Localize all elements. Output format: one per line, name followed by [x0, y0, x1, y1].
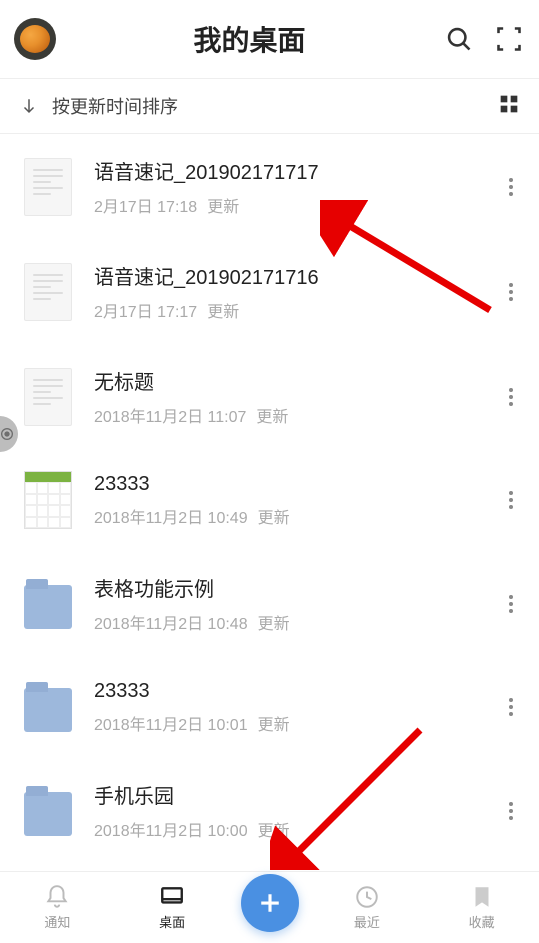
file-suffix: 更新	[258, 711, 290, 735]
page-title: 我的桌面	[56, 19, 443, 59]
file-title: 23333	[94, 680, 475, 703]
file-info: 语音速记_201902171716 2月17日 17:17 更新	[94, 261, 475, 322]
nav-favorites[interactable]: 收藏	[424, 884, 539, 931]
file-title: 23333	[94, 473, 475, 496]
file-icon	[24, 158, 72, 216]
file-suffix: 更新	[258, 817, 290, 841]
spreadsheet-icon	[24, 471, 72, 529]
file-meta: 2月17日 17:17 更新	[94, 298, 475, 322]
file-meta: 2月17日 17:18 更新	[94, 193, 475, 217]
view-toggle-icon[interactable]	[499, 94, 519, 119]
file-row[interactable]: 23333 2018年11月2日 10:49 更新	[0, 449, 539, 551]
file-date: 2018年11月2日 10:48	[94, 610, 248, 634]
document-icon	[24, 368, 72, 426]
file-date: 2018年11月2日 10:49	[94, 504, 248, 528]
document-icon	[24, 158, 72, 216]
file-title: 表格功能示例	[94, 573, 475, 602]
file-info: 表格功能示例 2018年11月2日 10:48 更新	[94, 573, 475, 634]
file-date: 2018年11月2日 10:00	[94, 817, 248, 841]
file-suffix: 更新	[256, 403, 288, 427]
file-row[interactable]: 无标题 2018年11月2日 11:07 更新	[0, 344, 539, 449]
file-icon	[24, 782, 72, 840]
file-suffix: 更新	[207, 193, 239, 217]
file-icon	[24, 368, 72, 426]
nav-label: 通知	[44, 912, 70, 931]
nav-label: 最近	[354, 912, 380, 931]
nav-label: 桌面	[159, 912, 185, 931]
file-row[interactable]: 语音速记_201902171716 2月17日 17:17 更新	[0, 239, 539, 344]
file-info: 语音速记_201902171717 2月17日 17:18 更新	[94, 156, 475, 217]
plus-icon	[255, 888, 285, 918]
more-icon[interactable]	[497, 698, 525, 716]
file-info: 无标题 2018年11月2日 11:07 更新	[94, 366, 475, 427]
bookmark-icon	[469, 884, 495, 910]
more-icon[interactable]	[497, 388, 525, 406]
nav-recent[interactable]: 最近	[310, 884, 425, 931]
file-date: 2018年11月2日 10:01	[94, 711, 248, 735]
document-icon	[24, 263, 72, 321]
file-row[interactable]: 表格功能示例 2018年11月2日 10:48 更新	[0, 551, 539, 656]
file-title: 语音速记_201902171716	[94, 261, 475, 290]
file-list: 语音速记_201902171717 2月17日 17:18 更新 语音速记_20…	[0, 134, 539, 871]
nav-add[interactable]	[230, 884, 310, 932]
file-date: 2月17日 17:18	[94, 193, 197, 217]
file-meta: 2018年11月2日 10:49 更新	[94, 504, 475, 528]
file-info: 23333 2018年11月2日 10:49 更新	[94, 473, 475, 528]
clock-icon	[354, 884, 380, 910]
file-row[interactable]: 23333 2018年11月2日 10:01 更新	[0, 656, 539, 758]
more-icon[interactable]	[497, 595, 525, 613]
avatar[interactable]	[14, 18, 56, 60]
nav-desktop[interactable]: 桌面	[115, 884, 230, 931]
header-actions	[443, 23, 525, 55]
file-meta: 2018年11月2日 10:01 更新	[94, 711, 475, 735]
sort-label: 按更新时间排序	[52, 93, 178, 119]
header: 我的桌面	[0, 0, 539, 78]
file-meta: 2018年11月2日 10:00 更新	[94, 817, 475, 841]
add-button[interactable]	[241, 874, 299, 932]
arrow-down-icon	[20, 97, 38, 115]
folder-icon	[24, 688, 72, 732]
file-meta: 2018年11月2日 11:07 更新	[94, 403, 475, 427]
nav-label: 收藏	[469, 912, 495, 931]
sort-button[interactable]: 按更新时间排序	[20, 93, 178, 119]
file-icon	[24, 678, 72, 736]
file-date: 2018年11月2日 11:07	[94, 403, 246, 427]
file-suffix: 更新	[258, 504, 290, 528]
file-title: 手机乐园	[94, 780, 475, 809]
file-suffix: 更新	[258, 610, 290, 634]
file-icon	[24, 575, 72, 633]
file-title: 无标题	[94, 366, 475, 395]
file-info: 手机乐园 2018年11月2日 10:00 更新	[94, 780, 475, 841]
bottom-nav: 通知 桌面 最近 收藏	[0, 871, 539, 943]
scan-icon[interactable]	[493, 23, 525, 55]
folder-icon	[24, 585, 72, 629]
folder-icon	[24, 792, 72, 836]
file-meta: 2018年11月2日 10:48 更新	[94, 610, 475, 634]
more-icon[interactable]	[497, 491, 525, 509]
more-icon[interactable]	[497, 283, 525, 301]
more-icon[interactable]	[497, 802, 525, 820]
more-icon[interactable]	[497, 178, 525, 196]
bell-icon	[44, 884, 70, 910]
file-icon	[24, 263, 72, 321]
file-date: 2月17日 17:17	[94, 298, 197, 322]
file-icon	[24, 471, 72, 529]
file-info: 23333 2018年11月2日 10:01 更新	[94, 680, 475, 735]
nav-notifications[interactable]: 通知	[0, 884, 115, 931]
search-icon[interactable]	[443, 23, 475, 55]
sort-bar: 按更新时间排序	[0, 78, 539, 134]
file-row[interactable]: 语音速记_201902171717 2月17日 17:18 更新	[0, 134, 539, 239]
file-title: 语音速记_201902171717	[94, 156, 475, 185]
file-suffix: 更新	[207, 298, 239, 322]
file-row[interactable]: 手机乐园 2018年11月2日 10:00 更新	[0, 758, 539, 863]
desktop-icon	[159, 884, 185, 910]
